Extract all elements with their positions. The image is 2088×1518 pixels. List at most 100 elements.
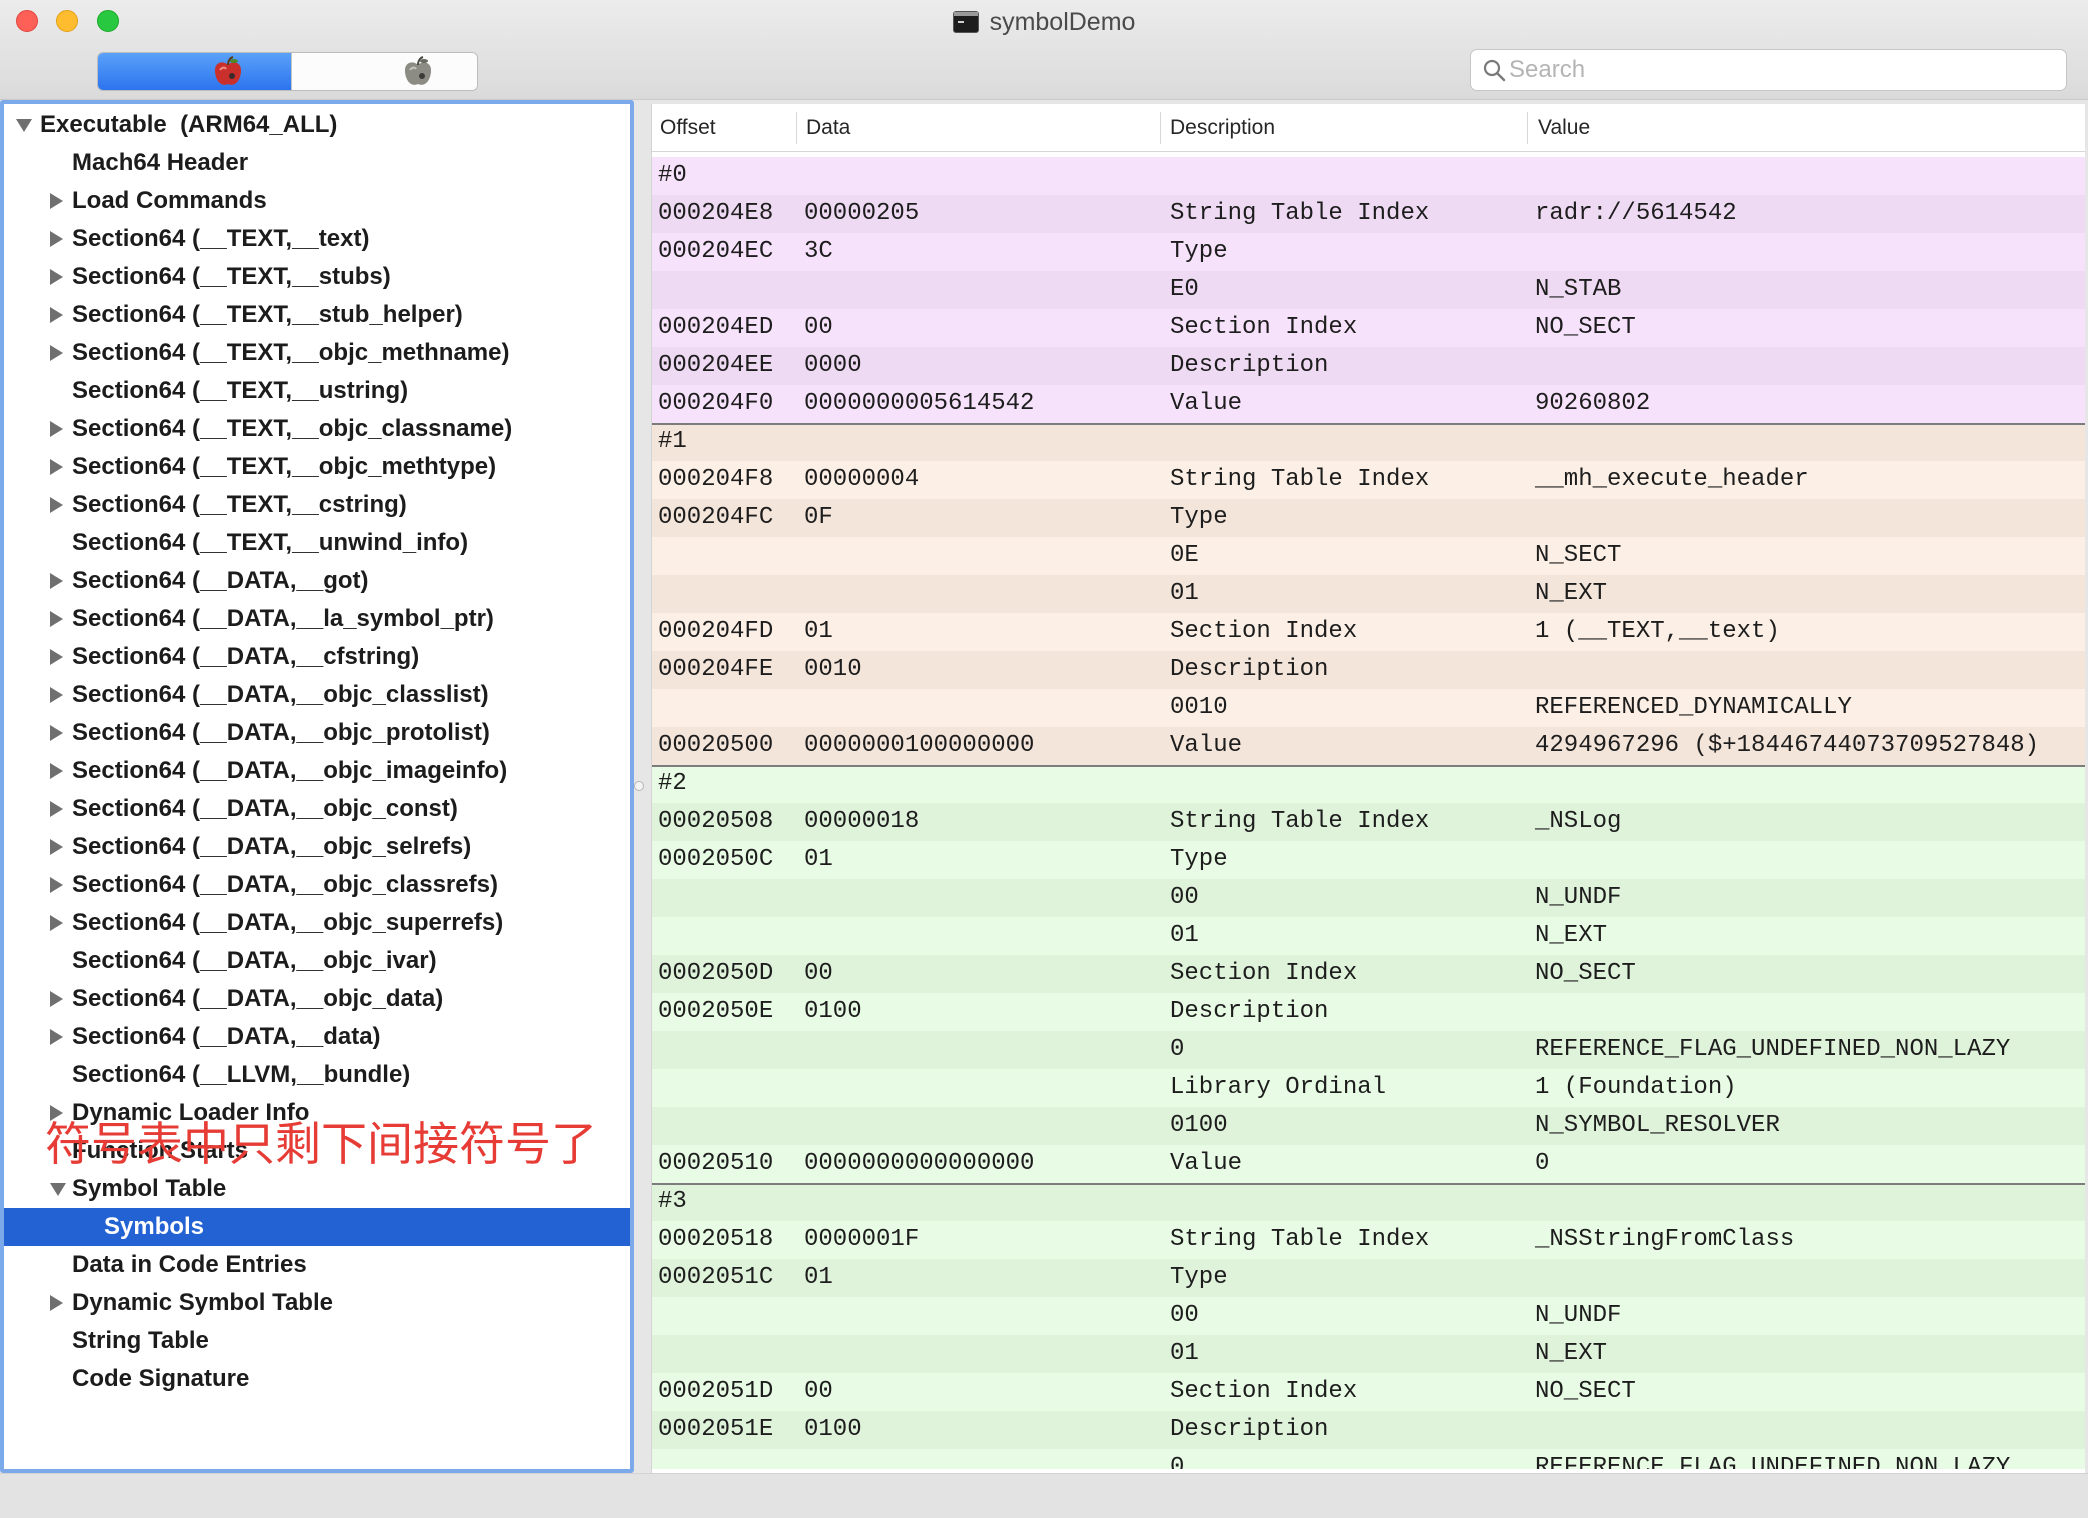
sidebar-item-section64-data-objc-const[interactable]: Section64 (__DATA,__objc_const) <box>4 790 630 828</box>
table-row[interactable]: 000204F0 0000000005614542 Value 90260802 <box>652 385 2085 423</box>
sidebar-item-section64-data-objc-classlist[interactable]: Section64 (__DATA,__objc_classlist) <box>4 676 630 714</box>
sidebar-item-section64-data-objc-superrefs[interactable]: Section64 (__DATA,__objc_superrefs) <box>4 904 630 942</box>
table-row[interactable]: 00020510 0000000000000000 Value 0 <box>652 1145 2085 1183</box>
disclosure-collapsed-icon[interactable] <box>50 1029 63 1045</box>
table-row[interactable]: 00 N_UNDF <box>652 1297 2085 1335</box>
disclosure-collapsed-icon[interactable] <box>50 649 63 665</box>
table-row[interactable]: 000204EC 3C Type <box>652 233 2085 271</box>
sidebar-item-section64-text-objc-methname[interactable]: Section64 (__TEXT,__objc_methname) <box>4 334 630 372</box>
sidebar-item-section64-data-got[interactable]: Section64 (__DATA,__got) <box>4 562 630 600</box>
table-row[interactable]: Library Ordinal 1 (Foundation) <box>652 1069 2085 1107</box>
disclosure-collapsed-icon[interactable] <box>50 193 63 209</box>
table-row[interactable]: 0002050E 0100 Description <box>652 993 2085 1031</box>
sidebar-item-code-signature[interactable]: Code Signature <box>4 1360 630 1398</box>
disclosure-collapsed-icon[interactable] <box>50 345 63 361</box>
table-row[interactable]: 000204FE 0010 Description <box>652 651 2085 689</box>
table-row[interactable]: 0010 REFERENCED_DYNAMICALLY <box>652 689 2085 727</box>
table-row[interactable]: 00020508 00000018 String Table Index _NSLog <box>652 803 2085 841</box>
table-row[interactable]: 01 N_EXT <box>652 917 2085 955</box>
column-header-description[interactable]: Description <box>1170 104 1275 152</box>
search-input[interactable] <box>1509 52 2054 88</box>
disclosure-collapsed-icon[interactable] <box>50 725 63 741</box>
sidebar-item-section64-text-stubs[interactable]: Section64 (__TEXT,__stubs) <box>4 258 630 296</box>
disclosure-collapsed-icon[interactable] <box>50 839 63 855</box>
table-row[interactable]: 01 N_EXT <box>652 1335 2085 1373</box>
symbol-table-view[interactable]: Offset Data Description Value #0 000204E8… <box>651 104 2085 1473</box>
sidebar-item-section64-text-text[interactable]: Section64 (__TEXT,__text) <box>4 220 630 258</box>
table-row[interactable]: 000204EE 0000 Description <box>652 347 2085 385</box>
sidebar-item-load-commands[interactable]: Load Commands <box>4 182 630 220</box>
sidebar-item-section64-data-objc-protolist[interactable]: Section64 (__DATA,__objc_protolist) <box>4 714 630 752</box>
table-row[interactable]: 000204ED 00 Section Index NO_SECT <box>652 309 2085 347</box>
table-row[interactable]: 0002050D 00 Section Index NO_SECT <box>652 955 2085 993</box>
table-row[interactable]: 0002050C 01 Type <box>652 841 2085 879</box>
sidebar-item-data-in-code-entries[interactable]: Data in Code Entries <box>4 1246 630 1284</box>
sidebar-item-section64-data-la-symbol-ptr[interactable]: Section64 (__DATA,__la_symbol_ptr) <box>4 600 630 638</box>
table-row[interactable]: 0002051C 01 Type <box>652 1259 2085 1297</box>
table-row[interactable]: 0002051D 00 Section Index NO_SECT <box>652 1373 2085 1411</box>
disclosure-collapsed-icon[interactable] <box>50 877 63 893</box>
table-row-group-header[interactable]: #2 <box>652 765 2085 803</box>
disclosure-collapsed-icon[interactable] <box>50 269 63 285</box>
table-row[interactable]: 01 N_EXT <box>652 575 2085 613</box>
sidebar-item-section64-data-objc-imageinfo[interactable]: Section64 (__DATA,__objc_imageinfo) <box>4 752 630 790</box>
sidebar-item-section64-data-objc-selrefs[interactable]: Section64 (__DATA,__objc_selrefs) <box>4 828 630 866</box>
sidebar-item-section64-data-objc-classrefs[interactable]: Section64 (__DATA,__objc_classrefs) <box>4 866 630 904</box>
column-divider[interactable] <box>1160 112 1161 144</box>
table-row[interactable]: 0100 N_SYMBOL_RESOLVER <box>652 1107 2085 1145</box>
sidebar-item-section64-text-unwind-info[interactable]: Section64 (__TEXT,__unwind_info) <box>4 524 630 562</box>
disclosure-collapsed-icon[interactable] <box>50 421 63 437</box>
column-divider[interactable] <box>1527 112 1528 144</box>
table-row-group-header[interactable]: #3 <box>652 1183 2085 1221</box>
column-header-offset[interactable]: Offset <box>660 104 716 152</box>
disclosure-collapsed-icon[interactable] <box>50 1295 63 1311</box>
table-row[interactable]: 0E N_SECT <box>652 537 2085 575</box>
sidebar-item-section64-llvm-bundle[interactable]: Section64 (__LLVM,__bundle) <box>4 1056 630 1094</box>
disclosure-collapsed-icon[interactable] <box>50 801 63 817</box>
sidebar-item-string-table[interactable]: String Table <box>4 1322 630 1360</box>
sidebar-item-section64-text-ustring[interactable]: Section64 (__TEXT,__ustring) <box>4 372 630 410</box>
table-row[interactable]: 00020518 0000001F String Table Index _NSStr… <box>652 1221 2085 1259</box>
sidebar-item-section64-text-objc-classname[interactable]: Section64 (__TEXT,__objc_classname) <box>4 410 630 448</box>
table-row[interactable]: 000204FD 01 Section Index 1 (__TEXT,__text) <box>652 613 2085 651</box>
table-row[interactable]: 00020500 0000000100000000 Value 4294967296 … <box>652 727 2085 765</box>
disclosure-collapsed-icon[interactable] <box>50 307 63 323</box>
sidebar-item-section64-text-cstring[interactable]: Section64 (__TEXT,__cstring) <box>4 486 630 524</box>
sidebar-item-section64-data-cfstring[interactable]: Section64 (__DATA,__cfstring) <box>4 638 630 676</box>
sidebar-item-mach64-header[interactable]: Mach64 Header <box>4 144 630 182</box>
sidebar-item-section64-data-data[interactable]: Section64 (__DATA,__data) <box>4 1018 630 1056</box>
disclosure-collapsed-icon[interactable] <box>50 687 63 703</box>
mode-segmented-control[interactable] <box>97 52 478 91</box>
sidebar-item-section64-data-objc-ivar[interactable]: Section64 (__DATA,__objc_ivar) <box>4 942 630 980</box>
column-header-value[interactable]: Value <box>1538 104 1590 152</box>
outline-sidebar[interactable]: Executable (ARM64_ALL) Mach64 Header Load … <box>0 100 634 1473</box>
disclosure-collapsed-icon[interactable] <box>50 497 63 513</box>
sidebar-item-section64-text-stub-helper[interactable]: Section64 (__TEXT,__stub_helper) <box>4 296 630 334</box>
table-row[interactable]: 0002051E 0100 Description <box>652 1411 2085 1449</box>
disclosure-collapsed-icon[interactable] <box>50 611 63 627</box>
table-row[interactable]: 000204E8 00000205 String Table Index radr:/… <box>652 195 2085 233</box>
sidebar-item-symbols[interactable]: Symbols <box>4 1208 630 1246</box>
disclosure-collapsed-icon[interactable] <box>50 915 63 931</box>
table-row[interactable]: 00 N_UNDF <box>652 879 2085 917</box>
table-row[interactable]: 0 REFERENCE_FLAG_UNDEFINED_NON_LAZY <box>652 1031 2085 1069</box>
column-divider[interactable] <box>796 112 797 144</box>
disclosure-collapsed-icon[interactable] <box>50 231 63 247</box>
disclosure-collapsed-icon[interactable] <box>50 573 63 589</box>
table-row[interactable]: 000204FC 0F Type <box>652 499 2085 537</box>
disclosure-expanded-icon[interactable] <box>16 119 32 132</box>
sidebar-item-executable-arm64-all[interactable]: Executable (ARM64_ALL) <box>4 106 630 144</box>
splitter-handle[interactable] <box>634 781 644 791</box>
table-row-group-header[interactable]: #1 <box>652 423 2085 461</box>
table-row[interactable]: 000204F8 00000004 String Table Index __mh_e… <box>652 461 2085 499</box>
column-header-data[interactable]: Data <box>806 104 850 152</box>
disclosure-collapsed-icon[interactable] <box>50 459 63 475</box>
mode-segment-left-button[interactable] <box>98 53 291 90</box>
sidebar-item-section64-data-objc-data[interactable]: Section64 (__DATA,__objc_data) <box>4 980 630 1018</box>
table-row-group-header[interactable]: #0 <box>652 157 2085 195</box>
search-field[interactable] <box>1470 49 2067 91</box>
sidebar-item-dynamic-symbol-table[interactable]: Dynamic Symbol Table <box>4 1284 630 1322</box>
disclosure-collapsed-icon[interactable] <box>50 763 63 779</box>
mode-segment-right-button[interactable] <box>291 53 477 90</box>
sidebar-item-section64-text-objc-methtype[interactable]: Section64 (__TEXT,__objc_methtype) <box>4 448 630 486</box>
